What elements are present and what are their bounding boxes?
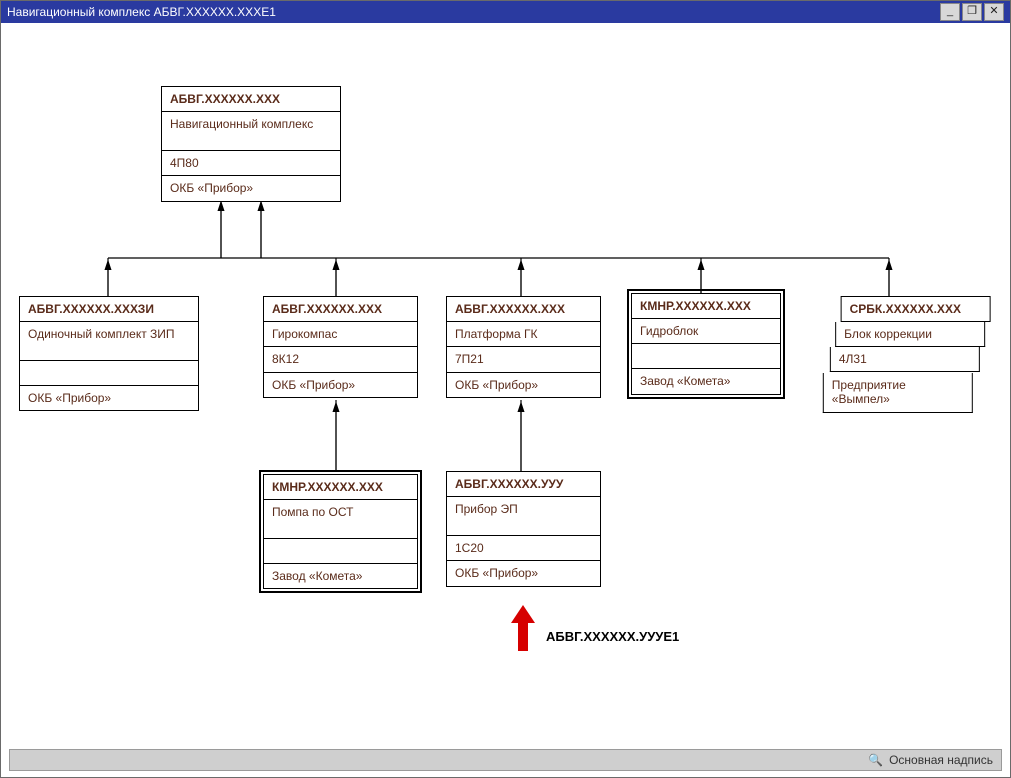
node-name: Навигационный комплекс <box>161 112 341 151</box>
highlight-arrow-icon <box>511 605 535 651</box>
close-button[interactable]: ✕ <box>984 3 1004 21</box>
node-index <box>263 539 418 564</box>
search-icon: 🔍 <box>868 753 883 767</box>
node-org: Завод «Комета» <box>631 369 781 394</box>
node-index: 7П21 <box>446 347 601 372</box>
node-org: Завод «Комета» <box>263 564 418 589</box>
node-gyrocompass[interactable]: АБВГ.ХХХХХХ.ХХХ Гирокомпас 8К12 ОКБ «При… <box>263 296 418 398</box>
node-platform[interactable]: АБВГ.ХХХХХХ.ХХХ Платформа ГК 7П21 ОКБ «П… <box>446 296 601 398</box>
window-buttons: _ ❐ ✕ <box>940 3 1004 21</box>
node-index: 4П80 <box>161 151 341 176</box>
node-name: Блок коррекции <box>835 322 985 347</box>
node-code: АБВГ.ХХХХХХ.ХХХЗИ <box>19 296 199 322</box>
node-index <box>19 361 199 386</box>
node-index: 4Л31 <box>830 347 980 372</box>
node-code: КМНР.ХХХХХХ.ХХХ <box>263 474 418 500</box>
node-name: Гидроблок <box>631 319 781 344</box>
node-ep-device[interactable]: АБВГ.ХХХХХХ.УУУ Прибор ЭП 1С20 ОКБ «Приб… <box>446 471 601 587</box>
node-pump[interactable]: КМНР.ХХХХХХ.ХХХ Помпа по ОСТ Завод «Коме… <box>263 474 418 589</box>
node-org: Предприятие «Вымпел» <box>823 373 973 413</box>
node-code: АБВГ.ХХХХХХ.УУУ <box>446 471 601 497</box>
node-org: ОКБ «Прибор» <box>446 373 601 398</box>
node-root[interactable]: АБВГ.ХХХХХХ.ХХХ Навигационный комплекс 4… <box>161 86 341 202</box>
highlight-label: АБВГ.ХХХХХХ.УУУЕ1 <box>546 629 679 644</box>
node-org: ОКБ «Прибор» <box>263 373 418 398</box>
node-name: Одиночный комплект ЗИП <box>19 322 199 361</box>
node-index <box>631 344 781 369</box>
node-index: 1С20 <box>446 536 601 561</box>
minimize-button[interactable]: _ <box>940 3 960 21</box>
node-org: ОКБ «Прибор» <box>161 176 341 201</box>
node-code: АБВГ.ХХХХХХ.ХХХ <box>263 296 418 322</box>
node-hydroblock[interactable]: КМНР.ХХХХХХ.ХХХ Гидроблок Завод «Комета» <box>631 293 781 395</box>
node-code: КМНР.ХХХХХХ.ХХХ <box>631 293 781 319</box>
node-index: 8К12 <box>263 347 418 372</box>
node-name: Гирокомпас <box>263 322 418 347</box>
node-name: Прибор ЭП <box>446 497 601 536</box>
node-org: ОКБ «Прибор» <box>19 386 199 411</box>
statusbar-label[interactable]: Основная надпись <box>889 753 993 767</box>
node-name: Помпа по ОСТ <box>263 500 418 539</box>
node-code: АБВГ.ХХХХХХ.ХХХ <box>161 86 341 112</box>
maximize-button[interactable]: ❐ <box>962 3 982 21</box>
node-correction-block[interactable]: СРБК.ХХХХХХ.ХХХ Блок коррекции 4Л31 Пред… <box>819 296 994 413</box>
statusbar: 🔍 Основная надпись <box>9 749 1002 771</box>
node-org: ОКБ «Прибор» <box>446 561 601 586</box>
node-code: АБВГ.ХХХХХХ.ХХХ <box>446 296 601 322</box>
node-zip[interactable]: АБВГ.ХХХХХХ.ХХХЗИ Одиночный комплект ЗИП… <box>19 296 199 411</box>
node-name: Платформа ГК <box>446 322 601 347</box>
window-title: Навигационный комплекс АБВГ.ХХХХХХ.ХХХЕ1 <box>7 5 940 19</box>
titlebar: Навигационный комплекс АБВГ.ХХХХХХ.ХХХЕ1… <box>1 1 1010 23</box>
diagram-canvas[interactable]: АБВГ.ХХХХХХ.ХХХ Навигационный комплекс 4… <box>1 23 1010 745</box>
node-code: СРБК.ХХХХХХ.ХХХ <box>841 296 991 322</box>
application-window: Навигационный комплекс АБВГ.ХХХХХХ.ХХХЕ1… <box>0 0 1011 778</box>
